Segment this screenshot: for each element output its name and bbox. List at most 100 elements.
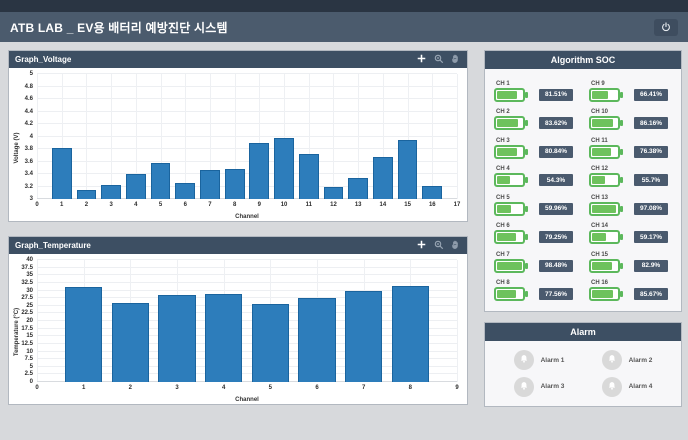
soc-channel-label: CH 8 (496, 280, 577, 286)
bar-channel-5 (151, 163, 171, 199)
alarm-label: Alarm 1 (541, 357, 565, 364)
bar-channel-5 (252, 304, 289, 382)
soc-channel-row: 79.25% (494, 230, 577, 244)
pan-tool-button[interactable] (450, 54, 461, 65)
bar-channel-2 (112, 303, 149, 382)
x-tick-label: 6 (184, 199, 187, 208)
alarm-label: Alarm 3 (541, 383, 565, 390)
gridline (185, 74, 186, 199)
zoom-tool-button[interactable] (433, 54, 444, 65)
x-tick-label: 3 (109, 199, 112, 208)
battery-icon (494, 230, 525, 244)
battery-icon (589, 259, 620, 273)
y-tick-label: 20 (26, 318, 37, 324)
soc-channel-3: CH 3 80.84% (494, 134, 577, 163)
y-tick-label: 4.6 (25, 96, 37, 102)
alarm-indicator-3: Alarm 3 (495, 374, 583, 401)
x-tick-label: 7 (208, 199, 211, 208)
zoom-tool-button[interactable] (433, 240, 444, 251)
soc-panel-title: Algorithm SOC (551, 55, 616, 65)
soc-channel-label: CH 14 (591, 223, 672, 229)
soc-channel-15: CH 1582.9% (589, 248, 672, 277)
gridline (37, 136, 457, 137)
y-tick-label: 22.5 (21, 310, 37, 316)
y-tick-label: 32.5 (21, 280, 37, 286)
battery-nub (620, 177, 623, 183)
y-tick-label: 3.2 (25, 184, 37, 190)
y-tick-label: 15 (26, 333, 37, 339)
battery-fill (592, 176, 605, 184)
x-tick-label: 4 (134, 199, 137, 208)
add-tool-button[interactable] (416, 240, 427, 251)
bell-icon (607, 378, 617, 396)
voltage-panel: Graph_Voltage Voltage (V) 33.23.43.63.84… (8, 50, 468, 222)
battery-icon (494, 202, 525, 216)
y-tick-label: 4.4 (25, 109, 37, 115)
temperature-panel-title: Graph_Temperature (15, 241, 91, 250)
battery-fill (497, 262, 522, 270)
soc-channel-row: 76.38% (589, 145, 672, 159)
soc-channel-label: CH 9 (591, 81, 672, 87)
gridline (457, 260, 458, 382)
soc-channel-row: 98.48% (494, 259, 577, 273)
y-tick-label: 2.5 (25, 371, 37, 377)
add-tool-button[interactable] (416, 54, 427, 65)
gridline (37, 148, 457, 149)
battery-fill (592, 262, 612, 270)
battery-nub (620, 291, 623, 297)
battery-nub (620, 92, 623, 98)
battery-fill (497, 233, 516, 241)
x-tick-label: 12 (330, 199, 337, 208)
gridline (37, 259, 457, 260)
y-tick-label: 3.4 (25, 171, 37, 177)
soc-channel-label: CH 2 (496, 109, 577, 115)
y-tick-label: 37.5 (21, 265, 37, 271)
alarm-label: Alarm 4 (629, 383, 653, 390)
soc-value-badge: 55.7% (634, 174, 668, 186)
bar-channel-7 (345, 291, 382, 383)
battery-nub (620, 149, 623, 155)
gridline (111, 74, 112, 199)
soc-value-badge: 59.17% (634, 231, 668, 243)
soc-value-badge: 80.84% (539, 146, 573, 158)
battery-fill (592, 148, 611, 156)
gridline (37, 260, 38, 382)
alarm-panel-title: Alarm (570, 327, 596, 337)
pan-tool-button[interactable] (450, 240, 461, 251)
battery-fill (592, 205, 616, 213)
battery-nub (525, 177, 528, 183)
soc-channel-11: CH 1176.38% (589, 134, 672, 163)
alarm-panel-header: Alarm (485, 323, 681, 341)
x-tick-label: 17 (454, 199, 461, 208)
magnifier-icon (434, 54, 444, 66)
battery-icon (494, 173, 525, 187)
x-tick-label: 7 (362, 382, 365, 391)
soc-channel-5: CH 559.96% (494, 191, 577, 220)
soc-channel-4: CH 454.3% (494, 163, 577, 192)
soc-channel-8: CH 877.56% (494, 277, 577, 306)
bar-channel-9 (249, 143, 269, 199)
soc-channel-1: CH 181.51% (494, 77, 577, 106)
battery-icon (494, 287, 525, 301)
voltage-chart-toolbar (416, 54, 461, 65)
power-button[interactable] (654, 19, 678, 36)
gridline (333, 74, 334, 199)
bar-channel-13 (348, 178, 368, 199)
soc-channel-16: CH 1685.67% (589, 277, 672, 306)
battery-nub (525, 234, 528, 240)
soc-channel-label: CH 5 (496, 195, 577, 201)
y-tick-label: 4.2 (25, 121, 37, 127)
soc-channel-row: 55.7% (589, 173, 672, 187)
hand-icon (451, 240, 460, 252)
x-tick-label: 9 (258, 199, 261, 208)
soc-channel-label: CH 3 (496, 138, 577, 144)
y-tick-label: 17.5 (21, 326, 37, 332)
app-header: ATB LAB _ EV용 배터리 예방진단 시스템 (0, 12, 688, 42)
bar-channel-4 (126, 174, 146, 199)
temperature-panel-header: Graph_Temperature (9, 237, 467, 254)
y-tick-label: 35 (26, 272, 37, 278)
battery-fill (592, 91, 608, 99)
battery-icon (494, 88, 525, 102)
soc-channel-label: CH 10 (591, 109, 672, 115)
battery-fill (592, 290, 613, 298)
